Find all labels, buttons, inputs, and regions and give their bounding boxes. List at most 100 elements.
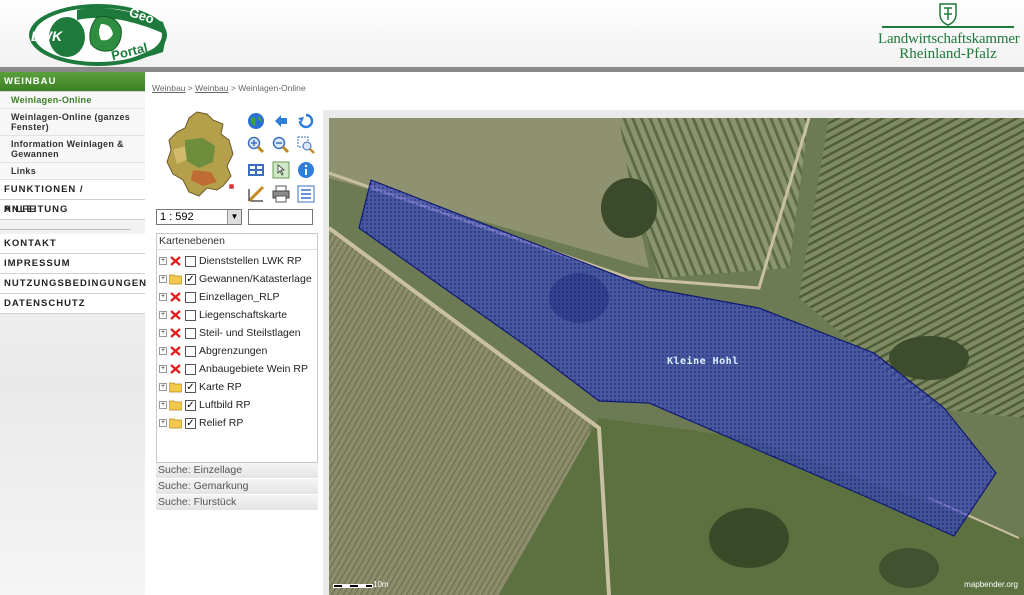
nav-links[interactable]: Links — [0, 163, 145, 180]
lwk-logo-line2: Rheinland-Pfalz — [899, 46, 997, 62]
lwk-logo-line1: Landwirtschaftskammer — [878, 31, 1020, 47]
layer-label: Einzellagen_RLP — [199, 291, 280, 303]
nav-weinlagen-online[interactable]: Weinlagen-Online — [0, 92, 145, 109]
header-divider — [0, 67, 1024, 72]
expand-icon[interactable]: + — [159, 311, 167, 319]
layer-checkbox[interactable] — [185, 345, 196, 357]
chevron-down-icon[interactable]: ▼ — [227, 210, 241, 224]
expand-icon[interactable]: + — [159, 401, 167, 409]
layer-label: Luftbild RP — [199, 399, 251, 411]
print-icon[interactable] — [271, 184, 290, 203]
nav-weinlagen-online-fullscreen[interactable]: Weinlagen-Online (ganzes Fenster) — [0, 109, 145, 136]
layer-checkbox[interactable]: ✓ — [185, 417, 196, 429]
expand-icon[interactable]: + — [159, 293, 167, 301]
layer-row[interactable]: + Liegenschaftskarte — [159, 307, 287, 323]
expand-icon[interactable]: + — [159, 257, 167, 265]
layer-label: Karte RP — [199, 381, 242, 393]
pan-icon[interactable] — [271, 160, 290, 179]
breadcrumb-weinbau-2[interactable]: Weinbau — [195, 83, 228, 93]
layer-row[interactable]: + Anbaugebiete Wein RP — [159, 361, 308, 377]
breadcrumb-separator: > — [228, 83, 239, 93]
folder-icon — [168, 381, 183, 393]
layer-checkbox[interactable]: ✓ — [185, 273, 196, 285]
layer-label: Dienststellen LWK RP — [199, 255, 302, 267]
expand-icon[interactable]: + — [159, 419, 167, 427]
disabled-icon — [169, 309, 182, 321]
folder-icon — [168, 399, 183, 411]
map-credit[interactable]: mapbender.org — [964, 580, 1018, 589]
layer-panel-title: Kartenebenen — [157, 234, 317, 250]
lwk-logo-text: LWK — [31, 28, 63, 44]
layer-checkbox[interactable] — [185, 327, 196, 339]
layer-row[interactable]: + Einzellagen_RLP — [159, 289, 280, 305]
map-canvas[interactable]: Kleine Hohl 10m mapbender.org — [329, 118, 1024, 595]
search-flurstueck[interactable]: Suche: Flurstück — [156, 495, 318, 511]
layer-row[interactable]: + Steil- und Steilstlagen — [159, 325, 301, 341]
legend-icon[interactable] — [296, 184, 315, 203]
breadcrumb-current: Weinlagen-Online — [238, 83, 306, 93]
scale-select[interactable]: 1 : 592 ▼ — [156, 209, 242, 225]
nav-funktionen[interactable]: FUNKTIONEN / ANLEITUNG — [0, 180, 145, 215]
layer-row[interactable]: + Dienststellen LWK RP — [159, 253, 302, 269]
zoom-box-icon[interactable] — [296, 135, 315, 154]
zoom-in-icon[interactable] — [246, 135, 265, 154]
layer-label: Anbaugebiete Wein RP — [199, 363, 308, 375]
nav-information-weinlagen[interactable]: Information Weinlagen & Gewannen — [0, 136, 145, 163]
nav-impressum[interactable]: IMPRESSUM — [0, 254, 145, 274]
layer-label: Gewannen/Katasterlage — [199, 273, 312, 285]
info-icon[interactable] — [296, 160, 315, 179]
layer-row[interactable]: + ✓ Karte RP — [159, 379, 242, 395]
breadcrumb-separator: > — [185, 83, 196, 93]
back-icon[interactable] — [271, 111, 290, 130]
expand-icon[interactable]: + — [159, 275, 167, 283]
layers-icon[interactable] — [246, 160, 265, 179]
layer-checkbox[interactable]: ✓ — [185, 399, 196, 411]
parcel-label: Kleine Hohl — [667, 356, 739, 367]
folder-icon — [168, 273, 183, 285]
crest-icon — [939, 3, 957, 26]
nav-nutzungsbedingungen[interactable]: NUTZUNGSBEDINGUNGEN — [0, 274, 146, 294]
layer-panel: Kartenebenen + Dienststellen LWK RP + ✓ Gewa… — [156, 233, 318, 463]
layer-checkbox[interactable] — [185, 255, 196, 267]
layer-checkbox[interactable]: ✓ — [185, 381, 196, 393]
expand-icon[interactable]: + — [159, 329, 167, 337]
scale-value: 1 : 592 — [160, 211, 194, 223]
left-navigation: WEINBAU Weinlagen-Online Weinlagen-Onlin… — [0, 72, 146, 595]
logo-rule — [882, 26, 1014, 28]
breadcrumb-weinbau-1[interactable]: Weinbau — [152, 83, 185, 93]
map-scalebar — [333, 584, 373, 588]
refresh-icon[interactable] — [296, 111, 315, 130]
layer-label: Relief RP — [199, 417, 244, 429]
layer-row[interactable]: + ✓ Relief RP — [159, 415, 243, 431]
measure-icon[interactable] — [246, 184, 265, 203]
breadcrumb: Weinbau > Weinbau > Weinlagen-Online — [152, 83, 306, 93]
layer-label: Abgrenzungen — [199, 345, 268, 357]
disabled-icon — [169, 255, 182, 267]
expand-icon[interactable]: + — [159, 383, 167, 391]
layer-checkbox[interactable] — [185, 291, 196, 303]
disabled-icon — [169, 345, 182, 357]
search-gemarkung[interactable]: Suche: Gemarkung — [156, 479, 318, 495]
layer-row[interactable]: + ✓ Luftbild RP — [159, 397, 250, 413]
layer-checkbox[interactable] — [185, 363, 196, 375]
nav-weinbau[interactable]: WEINBAU — [0, 72, 145, 92]
nav-separator — [0, 220, 130, 230]
lwk-rlp-logo[interactable]: Landwirtschaftskammer Rheinland-Pfalz — [878, 2, 1020, 64]
disabled-icon — [169, 291, 182, 303]
overview-map[interactable] — [163, 110, 241, 205]
layer-row[interactable]: + ✓ Gewannen/Katasterlage — [159, 271, 312, 287]
layer-checkbox[interactable] — [185, 309, 196, 321]
layer-label: Steil- und Steilstlagen — [199, 327, 301, 339]
coordinate-input[interactable] — [248, 209, 313, 225]
nav-hilfe[interactable]: HILFE — [0, 200, 145, 220]
globe-icon[interactable] — [246, 111, 265, 130]
expand-icon[interactable]: + — [159, 347, 167, 355]
zoom-out-icon[interactable] — [271, 135, 290, 154]
search-einzellage[interactable]: Suche: Einzellage — [156, 463, 318, 479]
layer-row[interactable]: + Abgrenzungen — [159, 343, 267, 359]
nav-datenschutz[interactable]: DATENSCHUTZ — [0, 294, 145, 314]
folder-icon — [168, 417, 183, 429]
expand-icon[interactable]: + — [159, 365, 167, 373]
nav-kontakt[interactable]: KONTAKT — [0, 234, 145, 254]
geoportal-logo[interactable]: LWK Geo Portal — [27, 2, 169, 68]
